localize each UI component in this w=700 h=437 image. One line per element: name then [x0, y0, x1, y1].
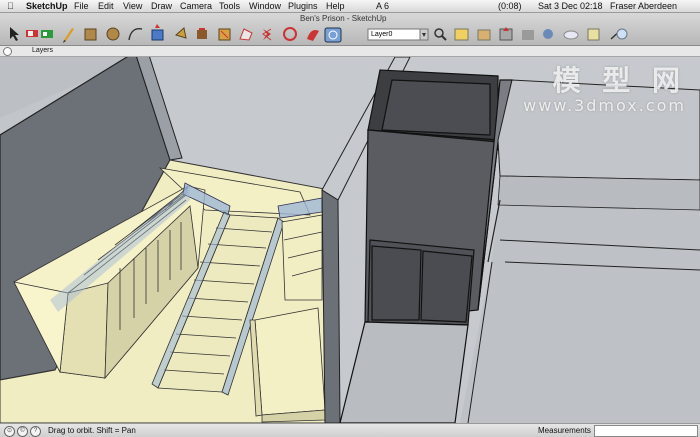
rotate-icon[interactable]	[262, 28, 272, 41]
menu-plugins[interactable]: Plugins	[288, 0, 318, 12]
layer-select-value[interactable]: Layer0	[371, 29, 392, 40]
zoom-icon[interactable]	[434, 28, 447, 41]
status-hint: Drag to orbit. Shift = Pan	[48, 426, 136, 435]
shadow-icon[interactable]	[522, 30, 534, 40]
menu-edit[interactable]: Edit	[98, 0, 114, 12]
arc-icon[interactable]	[128, 28, 143, 41]
eraser-icon[interactable]	[26, 30, 38, 37]
help-icon[interactable]: ?	[30, 426, 41, 437]
move-icon[interactable]	[174, 27, 187, 39]
export-icon[interactable]	[587, 28, 600, 41]
layers-palette-title: Layers	[32, 47, 54, 54]
dimension-icon[interactable]	[610, 28, 628, 40]
apple-icon[interactable]: 	[7, 0, 14, 12]
status-bar: ⊙ © ? Drag to orbit. Shift = Pan Measure…	[0, 423, 700, 437]
menu-bar:  SketchUp File Edit View Draw Camera To…	[0, 0, 700, 13]
orbit-refresh-icon[interactable]	[283, 27, 297, 41]
push-pull-icon[interactable]	[151, 24, 164, 41]
menu-file[interactable]: File	[74, 0, 89, 12]
paint-icon[interactable]	[41, 30, 53, 38]
app-menu[interactable]: SketchUp	[26, 0, 68, 12]
watermark-url: www.3dmox.com	[523, 96, 686, 115]
watermark: 模 型 网 www.3dmox.com	[523, 65, 686, 115]
scale-icon[interactable]	[218, 28, 231, 41]
toolbar-icons	[10, 24, 628, 43]
cloud-icon[interactable]	[563, 30, 579, 40]
layer-manager-icon[interactable]	[454, 28, 469, 41]
adobe-status[interactable]: A 6	[376, 0, 389, 12]
menu-help[interactable]: Help	[326, 0, 345, 12]
orbit-icon[interactable]	[324, 27, 342, 43]
geo-location-icon[interactable]: ⊙	[4, 426, 15, 437]
wall-middle-side	[321, 189, 341, 423]
menu-tools[interactable]: Tools	[219, 0, 240, 12]
battery-status[interactable]: (0:08)	[498, 0, 522, 12]
user-name[interactable]: Fraser Aberdeen	[610, 0, 677, 12]
3d-viewport[interactable]: 模 型 网 www.3dmox.com	[0, 57, 700, 423]
palette-close-icon[interactable]	[3, 47, 12, 56]
follow-me-icon[interactable]	[197, 28, 207, 39]
warehouse-icon[interactable]	[543, 29, 553, 39]
watermark-chinese: 模 型 网	[552, 64, 686, 97]
component-icon[interactable]	[499, 27, 513, 41]
credits-icon[interactable]: ©	[17, 426, 28, 437]
menu-window[interactable]: Window	[249, 0, 281, 12]
pencil-icon[interactable]	[63, 28, 74, 43]
menu-draw[interactable]: Draw	[151, 0, 172, 12]
offset-icon[interactable]	[239, 28, 253, 41]
measurements-label: Measurements	[538, 426, 591, 435]
rectangle-icon[interactable]	[84, 28, 97, 41]
select-icon[interactable]	[10, 27, 19, 41]
measurements-input[interactable]	[594, 425, 698, 437]
folder-icon[interactable]	[477, 29, 491, 41]
circle-icon[interactable]	[106, 27, 120, 41]
floor-right-area	[460, 200, 700, 423]
clock[interactable]: Sat 3 Dec 02:18	[538, 0, 603, 12]
menu-view[interactable]: View	[123, 0, 142, 12]
menu-camera[interactable]: Camera	[180, 0, 212, 12]
layers-palette: Layers	[0, 46, 700, 57]
toolbar: Ben's Prison - SketchUp Layer0	[0, 13, 700, 46]
tape-icon[interactable]	[307, 30, 319, 41]
